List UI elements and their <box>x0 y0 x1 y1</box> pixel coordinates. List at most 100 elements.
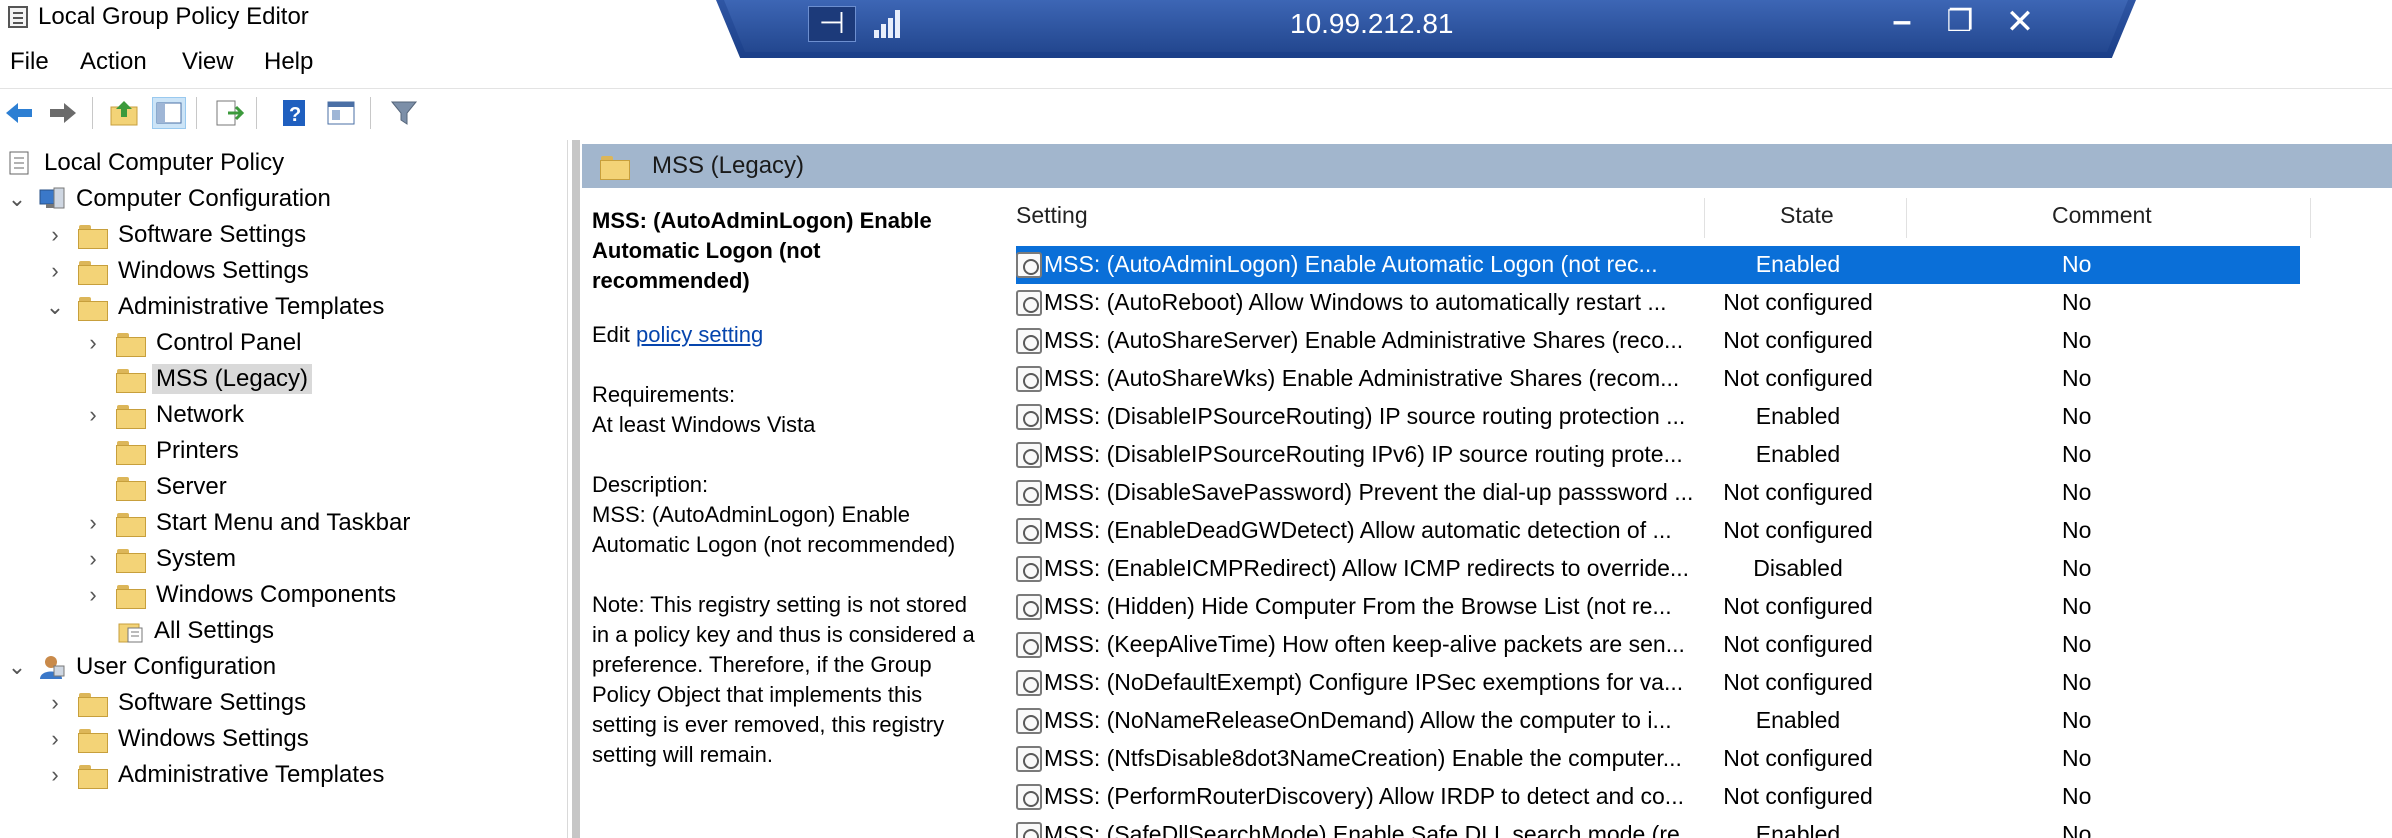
tree-item-printers[interactable]: Printers <box>116 434 239 468</box>
policy-document-icon <box>6 150 34 176</box>
policy-setting-icon <box>1016 366 1042 392</box>
setting-comment: No <box>2062 479 2092 505</box>
table-row[interactable]: MSS: (KeepAliveTime) How often keep-aliv… <box>1016 626 2300 664</box>
setting-comment: No <box>2062 517 2092 543</box>
tree-item-user-software-settings[interactable]: Software Settings <box>78 686 306 720</box>
table-row[interactable]: MSS: (DisableSavePassword) Prevent the d… <box>1016 474 2300 512</box>
setting-comment: No <box>2062 555 2092 581</box>
navigation-tree: Local Computer Policy ⌄ Computer Configu… <box>0 140 568 838</box>
policy-setting-icon <box>1016 252 1042 278</box>
menu-action[interactable]: Action <box>80 48 147 76</box>
setting-comment: No <box>2062 783 2092 809</box>
setting-name: MSS: (DisableIPSourceRouting) IP source … <box>1044 403 1686 429</box>
tree-label: All Settings <box>154 617 275 644</box>
chevron-right-icon[interactable]: › <box>44 728 66 750</box>
remote-host-address: 10.99.212.81 <box>1290 8 1454 39</box>
tree-item-mss-legacy[interactable]: MSS (Legacy) <box>116 362 313 396</box>
column-header-comment[interactable]: Comment <box>2052 202 2152 236</box>
policy-setting-icon <box>1016 708 1042 734</box>
tree-item-user-administrative-templates[interactable]: Administrative Templates <box>78 758 384 792</box>
close-button[interactable]: ✕ <box>2000 2 2040 42</box>
edit-prefix: Edit <box>592 322 637 347</box>
table-row[interactable]: MSS: (AutoShareServer) Enable Administra… <box>1016 322 2300 360</box>
table-row[interactable]: MSS: (AutoAdminLogon) Enable Automatic L… <box>1016 246 2300 284</box>
chevron-down-icon[interactable]: ⌄ <box>44 296 66 318</box>
chevron-right-icon[interactable]: › <box>44 224 66 246</box>
column-header-setting[interactable]: Setting <box>1016 202 1088 236</box>
policy-setting-icon <box>1016 784 1042 810</box>
setting-comment: No <box>2062 669 2092 695</box>
column-header-state[interactable]: State <box>1780 202 1834 236</box>
chevron-right-icon[interactable]: › <box>82 512 104 534</box>
table-row[interactable]: MSS: (NoNameReleaseOnDemand) Allow the c… <box>1016 702 2300 740</box>
chevron-right-icon[interactable]: › <box>44 260 66 282</box>
tree-item-local-computer-policy[interactable]: Local Computer Policy <box>6 146 284 180</box>
table-row[interactable]: MSS: (AutoReboot) Allow Windows to autom… <box>1016 284 2300 322</box>
table-row[interactable]: MSS: (EnableICMPRedirect) Allow ICMP red… <box>1016 550 2300 588</box>
chevron-down-icon[interactable]: ⌄ <box>6 188 28 210</box>
restore-button[interactable]: ❐ <box>1940 4 1980 39</box>
table-row[interactable]: MSS: (PerformRouterDiscovery) Allow IRDP… <box>1016 778 2300 816</box>
table-row[interactable]: MSS: (Hidden) Hide Computer From the Bro… <box>1016 588 2300 626</box>
tree-item-computer-configuration[interactable]: Computer Configuration <box>38 182 331 216</box>
column-separator[interactable] <box>1906 198 1907 238</box>
show-hide-tree-icon[interactable] <box>152 97 186 129</box>
tree-item-windows-settings[interactable]: Windows Settings <box>78 254 309 288</box>
table-row[interactable]: MSS: (EnableDeadGWDetect) Allow automati… <box>1016 512 2300 550</box>
minimize-button[interactable]: – <box>1882 2 1922 41</box>
filter-icon[interactable] <box>388 97 422 129</box>
column-separator[interactable] <box>1704 198 1705 238</box>
chevron-right-icon[interactable]: › <box>44 764 66 786</box>
tree-item-system[interactable]: System <box>116 542 236 576</box>
menu-file[interactable]: File <box>10 48 49 76</box>
up-folder-icon[interactable] <box>108 97 142 129</box>
tree-item-all-settings[interactable]: All Settings <box>116 614 274 648</box>
pane-splitter[interactable] <box>572 140 580 838</box>
chevron-right-icon[interactable]: › <box>82 404 104 426</box>
tree-item-windows-components[interactable]: Windows Components <box>116 578 396 612</box>
tree-item-network[interactable]: Network <box>116 398 244 432</box>
back-arrow-icon[interactable] <box>2 97 36 129</box>
tree-item-server[interactable]: Server <box>116 470 227 504</box>
properties-icon[interactable] <box>324 97 358 129</box>
chevron-right-icon[interactable]: › <box>82 584 104 606</box>
chevron-right-icon[interactable]: › <box>44 692 66 714</box>
table-row[interactable]: MSS: (NoDefaultExempt) Configure IPSec e… <box>1016 664 2300 702</box>
tree-item-user-configuration[interactable]: User Configuration <box>38 650 276 684</box>
pin-icon[interactable]: ⊣ <box>808 6 856 42</box>
tree-item-start-menu-and-taskbar[interactable]: Start Menu and Taskbar <box>116 506 410 540</box>
column-separator[interactable] <box>2310 198 2311 238</box>
signal-icon[interactable] <box>874 8 906 38</box>
tree-label: Windows Settings <box>118 257 309 284</box>
setting-name: MSS: (SafeDllSearchMode) Enable Safe DLL… <box>1044 821 1699 838</box>
setting-comment: No <box>2062 289 2092 315</box>
table-row[interactable]: MSS: (SafeDllSearchMode) Enable Safe DLL… <box>1016 816 2300 838</box>
policy-setting-icon <box>1016 632 1042 658</box>
tree-label: Local Computer Policy <box>44 149 285 176</box>
table-row[interactable]: MSS: (AutoShareWks) Enable Administrativ… <box>1016 360 2300 398</box>
tree-item-administrative-templates[interactable]: Administrative Templates <box>78 290 384 324</box>
help-icon[interactable]: ? <box>278 97 312 129</box>
policy-setting-icon <box>1016 480 1042 506</box>
menu-help[interactable]: Help <box>264 48 313 76</box>
tree-item-control-panel[interactable]: Control Panel <box>116 326 301 360</box>
toolbar: ? <box>0 88 2392 136</box>
table-row[interactable]: MSS: (NtfsDisable8dot3NameCreation) Enab… <box>1016 740 2300 778</box>
setting-state: Not configured <box>1723 745 1873 771</box>
setting-state: Not configured <box>1723 327 1873 353</box>
edit-policy-setting-link[interactable]: policy setting <box>636 322 763 347</box>
tree-item-software-settings[interactable]: Software Settings <box>78 218 306 252</box>
chevron-right-icon[interactable]: › <box>82 332 104 354</box>
setting-name: MSS: (AutoShareWks) Enable Administrativ… <box>1044 365 1680 391</box>
export-list-icon[interactable] <box>212 97 246 129</box>
chevron-right-icon[interactable]: › <box>82 548 104 570</box>
chevron-down-icon[interactable]: ⌄ <box>6 656 28 678</box>
folder-icon <box>78 259 108 285</box>
tree-label: Administrative Templates <box>118 761 385 788</box>
tree-item-user-windows-settings[interactable]: Windows Settings <box>78 722 309 756</box>
table-row[interactable]: MSS: (DisableIPSourceRouting) IP source … <box>1016 398 2300 436</box>
menu-view[interactable]: View <box>182 48 234 76</box>
setting-name: MSS: (KeepAliveTime) How often keep-aliv… <box>1044 631 1685 657</box>
table-row[interactable]: MSS: (DisableIPSourceRouting IPv6) IP so… <box>1016 436 2300 474</box>
forward-arrow-icon[interactable] <box>46 97 80 129</box>
